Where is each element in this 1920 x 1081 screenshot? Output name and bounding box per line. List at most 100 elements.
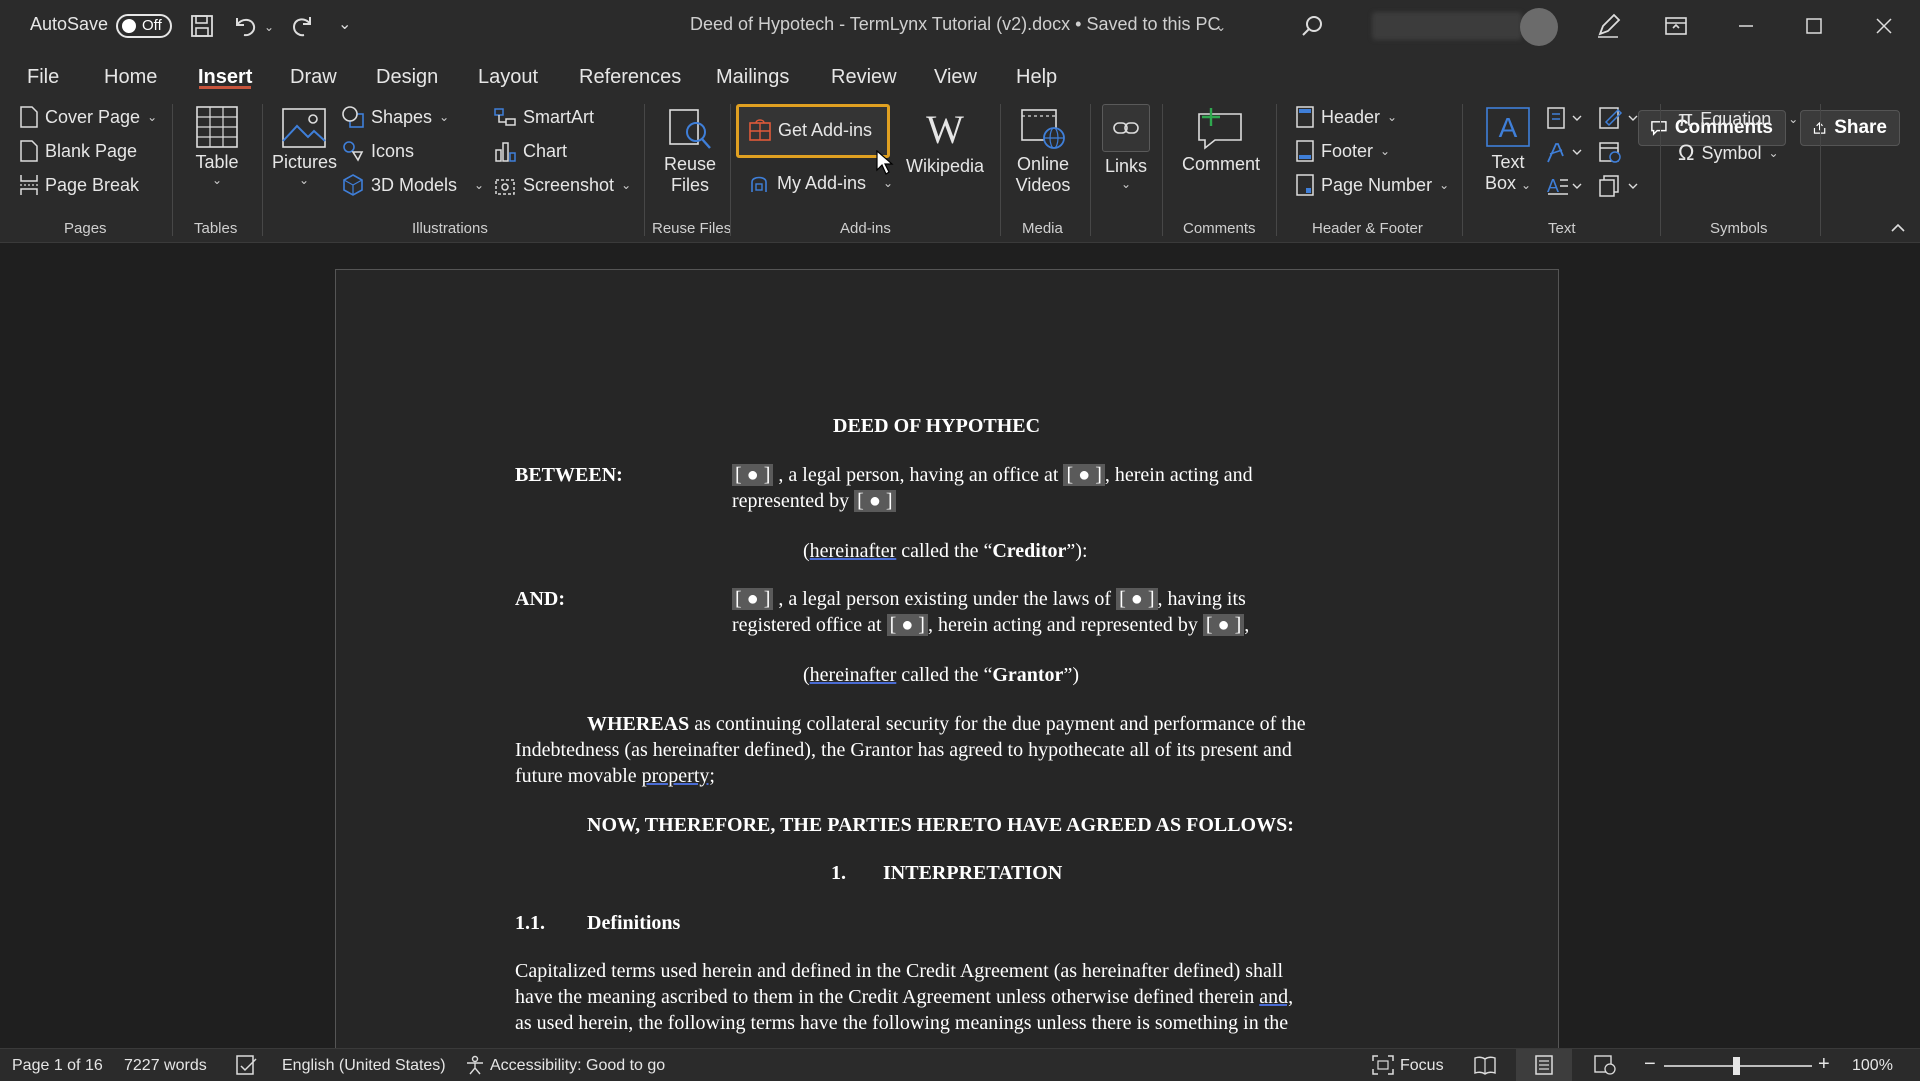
- pictures-button[interactable]: Pictures ⌄: [272, 108, 337, 187]
- cover-page-button[interactable]: Cover Page ⌄: [20, 106, 157, 128]
- my-add-ins-icon: [751, 176, 767, 192]
- tab-layout[interactable]: Layout: [478, 66, 538, 89]
- focus-label[interactable]: Focus: [1400, 1057, 1444, 1075]
- between-line-2: represented by [ ● ]: [732, 488, 896, 514]
- tab-review[interactable]: Review: [831, 66, 897, 89]
- footer-button[interactable]: Footer ⌄: [1296, 140, 1390, 162]
- pen-icon[interactable]: [1594, 12, 1622, 40]
- object-icon[interactable]: [1598, 174, 1642, 198]
- proofing-icon[interactable]: [236, 1055, 258, 1075]
- focus-icon: [1372, 1055, 1394, 1075]
- web-layout-icon[interactable]: [1594, 1055, 1616, 1075]
- blank-page-button[interactable]: Blank Page: [20, 140, 137, 162]
- wordart-icon[interactable]: [1546, 140, 1586, 164]
- tab-file[interactable]: File: [27, 66, 59, 89]
- 3d-models-button[interactable]: 3D Models ⌄: [342, 174, 484, 196]
- placeholder[interactable]: [ ● ]: [1116, 588, 1158, 610]
- quick-parts-icon[interactable]: [1546, 106, 1586, 130]
- print-layout-button[interactable]: [1516, 1049, 1572, 1081]
- search-icon[interactable]: [1300, 14, 1324, 38]
- chevron-down-icon: ⌄: [1380, 144, 1391, 158]
- zoom-level[interactable]: 100%: [1852, 1057, 1893, 1075]
- placeholder[interactable]: [ ● ]: [854, 490, 896, 512]
- tab-draw[interactable]: Draw: [290, 66, 337, 89]
- tab-help[interactable]: Help: [1016, 66, 1057, 89]
- read-mode-icon[interactable]: [1474, 1055, 1496, 1075]
- equation-button[interactable]: π Equation ⌄: [1678, 106, 1798, 132]
- placeholder[interactable]: [ ● ]: [732, 464, 774, 486]
- placeholder[interactable]: [ ● ]: [732, 588, 774, 610]
- word-count[interactable]: 7227 words: [124, 1057, 207, 1075]
- equation-label: Equation: [1700, 108, 1772, 129]
- get-add-ins-button[interactable]: Get Add-ins: [736, 104, 890, 158]
- links-button[interactable]: Links ⌄: [1100, 104, 1152, 191]
- tab-home[interactable]: Home: [104, 66, 157, 89]
- smartart-button[interactable]: SmartArt: [494, 106, 594, 128]
- chevron-down-icon: ⌄: [147, 110, 158, 124]
- ribbon-display-options-icon[interactable]: [1642, 0, 1710, 52]
- page-number-label: Page Number: [1321, 174, 1433, 195]
- footer-label: Footer: [1321, 140, 1374, 161]
- table-button[interactable]: Table ⌄: [190, 106, 244, 187]
- text-run: hereinafter: [809, 540, 897, 562]
- tab-references[interactable]: References: [579, 66, 681, 89]
- screenshot-button[interactable]: Screenshot ⌄: [494, 174, 631, 196]
- undo-dropdown-icon[interactable]: ⌄: [264, 20, 274, 34]
- undo-icon[interactable]: [232, 14, 258, 38]
- svg-text:A: A: [1547, 176, 1559, 196]
- table-label: Table: [195, 152, 239, 172]
- zoom-slider-thumb[interactable]: [1733, 1057, 1740, 1075]
- zoom-out-icon[interactable]: −: [1644, 1053, 1656, 1076]
- tab-view[interactable]: View: [934, 66, 977, 89]
- text-run: , a legal person, having an office at: [773, 464, 1064, 486]
- customize-toolbar-icon[interactable]: ⌄: [338, 14, 351, 34]
- text-run: property;: [641, 765, 715, 787]
- account-name[interactable]: [1372, 12, 1522, 40]
- collapse-ribbon-icon[interactable]: [1890, 222, 1906, 234]
- accessibility-status[interactable]: Accessibility: Good to go: [490, 1057, 665, 1075]
- wikipedia-button[interactable]: W Wikipedia: [904, 108, 986, 177]
- page-number-button[interactable]: Page Number ⌄: [1296, 174, 1449, 196]
- symbol-button[interactable]: Ω Symbol ⌄: [1678, 140, 1779, 166]
- document-canvas[interactable]: DEED OF HYPOTHEC BETWEEN: [ ● ] , a lega…: [0, 243, 1920, 1059]
- maximize-icon[interactable]: [1780, 0, 1848, 52]
- redo-icon[interactable]: [290, 14, 316, 38]
- page-count[interactable]: Page 1 of 16: [12, 1057, 103, 1075]
- screenshot-icon: [495, 179, 515, 195]
- placeholder[interactable]: [ ● ]: [1063, 464, 1105, 486]
- comment-icon: [1651, 121, 1667, 136]
- icons-button[interactable]: Icons: [342, 140, 414, 162]
- section-1-number: 1.: [831, 862, 846, 884]
- language[interactable]: English (United States): [282, 1057, 446, 1075]
- header-button[interactable]: Header ⌄: [1296, 106, 1397, 128]
- shapes-button[interactable]: Shapes ⌄: [342, 106, 449, 128]
- reuse-files-button[interactable]: Reuse Files: [662, 108, 718, 196]
- avatar[interactable]: [1520, 8, 1558, 46]
- autosave-toggle[interactable]: Off: [116, 14, 172, 38]
- title-dropdown-icon[interactable]: ⌄: [1216, 20, 1226, 34]
- autosave-state: Off: [142, 17, 162, 34]
- document-page[interactable]: DEED OF HYPOTHEC BETWEEN: [ ● ] , a lega…: [335, 269, 1559, 1059]
- tab-mailings[interactable]: Mailings: [716, 66, 789, 89]
- new-comment-button[interactable]: Comment: [1176, 106, 1266, 175]
- share-button[interactable]: Share: [1800, 110, 1900, 146]
- zoom-in-icon[interactable]: +: [1818, 1053, 1830, 1076]
- chart-button[interactable]: Chart: [494, 140, 567, 162]
- signature-line-icon[interactable]: [1598, 106, 1642, 130]
- minimize-icon[interactable]: [1712, 0, 1780, 52]
- tab-design[interactable]: Design: [376, 66, 438, 89]
- text-box-button[interactable]: A Text Box ⌄: [1476, 106, 1540, 194]
- save-icon[interactable]: [190, 14, 214, 38]
- placeholder[interactable]: [ ● ]: [1202, 614, 1245, 636]
- online-videos-button[interactable]: Online Videos: [1010, 108, 1076, 196]
- page-break-button[interactable]: Page Break: [20, 174, 139, 196]
- whereas-line-3: future movable property;: [515, 763, 715, 789]
- placeholder[interactable]: [ ● ]: [886, 614, 928, 636]
- date-time-icon[interactable]: [1598, 140, 1622, 164]
- divider: [1660, 104, 1661, 236]
- my-add-ins-button[interactable]: My Add-ins ⌄: [748, 172, 893, 194]
- drop-cap-icon[interactable]: A: [1546, 174, 1586, 198]
- close-icon[interactable]: [1850, 0, 1918, 52]
- group-illustrations-label: Illustrations: [412, 220, 488, 237]
- text-run: represented by: [732, 490, 855, 512]
